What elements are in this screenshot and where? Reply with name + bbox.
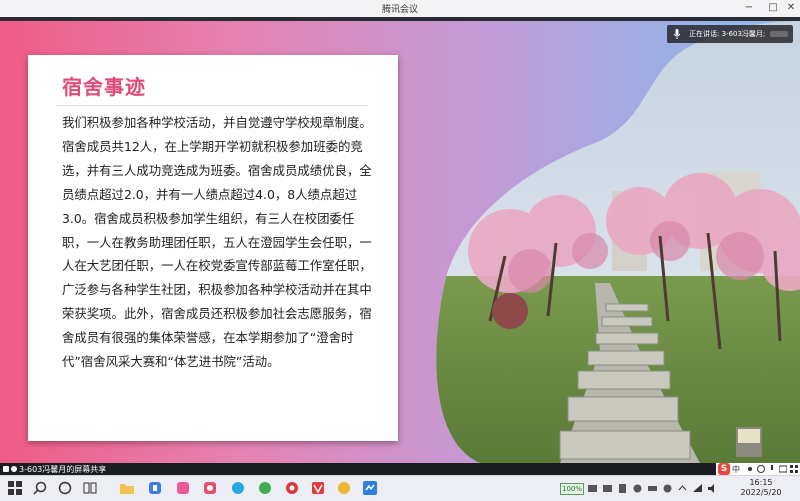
app-pink-icon[interactable] (176, 481, 190, 495)
active-speaker-badge: 正在讲话: 3-603冯馨月; (667, 25, 793, 43)
punctuation-icon[interactable] (746, 465, 754, 473)
app-blue-icon[interactable] (203, 481, 217, 495)
start-icon[interactable] (8, 481, 22, 495)
ime-mode-label[interactable]: 中 (732, 464, 740, 475)
more-participants-icon (770, 31, 788, 37)
tray-app-icon-5[interactable] (648, 484, 657, 493)
cortana-icon[interactable] (58, 481, 72, 495)
zoom-level-indicator[interactable]: 100% (560, 483, 584, 495)
share-status-text: 3-603冯馨月的屏幕共享 (19, 465, 107, 474)
close-button[interactable]: ✕ (782, 1, 800, 15)
maximize-button[interactable]: □ (764, 1, 782, 15)
minimize-button[interactable]: − (740, 1, 758, 15)
window-titlebar: 腾讯会议 − □ ✕ (0, 0, 800, 18)
wechat-icon[interactable] (231, 481, 245, 495)
keyboard-icon[interactable] (779, 465, 787, 473)
window-title: 腾讯会议 (381, 5, 418, 15)
show-hidden-icons-icon[interactable] (678, 484, 687, 493)
file-explorer-icon[interactable] (120, 481, 134, 495)
tray-app-icon-4[interactable] (633, 484, 642, 493)
tencent-meeting-icon[interactable] (337, 481, 351, 495)
shared-screen-slide: 宿舍事迹 我们积极参加各种学校活动，并自觉遵守学校规章制度。宿舍成员共12人，在… (0, 21, 800, 463)
task-view-icon[interactable] (83, 481, 97, 495)
tray-app-icon-6[interactable] (663, 484, 672, 493)
active-meeting-app-icon[interactable] (363, 481, 377, 495)
app-yellow-icon[interactable] (311, 481, 325, 495)
netease-music-icon[interactable] (258, 481, 272, 495)
body-paragraph: 我们积极参加各种学校活动，并自觉遵守学校规章制度。宿舍成员共12人，在上学期开学… (62, 115, 372, 370)
emoji-icon[interactable] (757, 465, 765, 473)
system-clock[interactable]: 16:15 2022/5/20 (726, 478, 796, 498)
share-status-icon (3, 466, 17, 472)
microphone-icon (673, 29, 681, 39)
voice-input-icon[interactable] (768, 465, 776, 473)
clock-time: 16:15 (749, 478, 773, 487)
tray-app-icon-2[interactable] (603, 484, 612, 493)
volume-icon[interactable] (708, 484, 717, 493)
network-icon[interactable] (693, 484, 702, 493)
title-divider (56, 105, 368, 106)
tray-app-icon[interactable] (588, 484, 597, 493)
page-title: 宿舍事迹 (62, 75, 146, 99)
sogou-ime-icon[interactable]: S (718, 463, 730, 475)
screen-share-status-bar: 3-603冯馨月的屏幕共享 (0, 463, 800, 475)
tray-app-icon-3[interactable] (618, 484, 627, 493)
search-icon[interactable] (33, 481, 47, 495)
edge-browser-icon[interactable] (148, 481, 162, 495)
wps-icon[interactable] (285, 481, 299, 495)
ime-toolbar[interactable]: S 中 (716, 463, 800, 475)
content-card: 宿舍事迹 我们积极参加各种学校活动，并自觉遵守学校规章制度。宿舍成员共12人，在… (28, 55, 398, 441)
speaker-label: 正在讲话: 3-603冯馨月; (689, 30, 766, 38)
toolbox-icon[interactable] (790, 465, 798, 473)
clock-date: 2022/5/20 (740, 488, 782, 497)
